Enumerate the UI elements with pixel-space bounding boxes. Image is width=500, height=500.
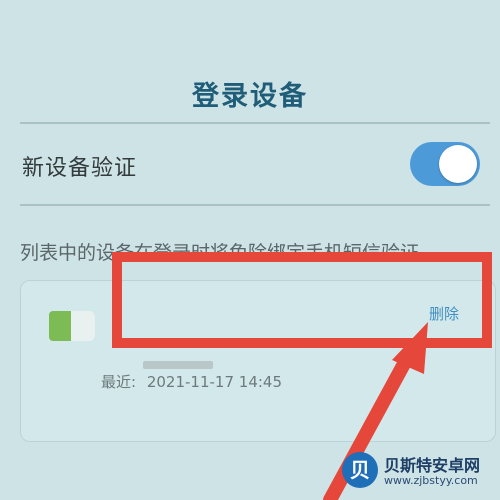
new-device-verification-label: 新设备验证 [22, 156, 138, 181]
device-name-redacted [143, 361, 213, 369]
watermark-url: www.zjbstyy.com [384, 474, 478, 487]
new-device-verification-toggle[interactable] [410, 142, 480, 186]
device-icon [49, 311, 97, 341]
watermark: 贝 贝斯特安卓网 www.zjbstyy.com [342, 450, 492, 494]
divider [20, 204, 490, 206]
new-device-verification-row: 新设备验证 [20, 140, 480, 188]
last-login-label: 最近: [101, 373, 137, 391]
watermark-logo-icon: 贝 [342, 452, 378, 488]
screen: 登录设备 新设备验证 列表中的设备在登录时将免除绑定手机短信验证 删除 最近: … [0, 0, 500, 500]
divider [20, 122, 490, 124]
last-login-time: 2021-11-17 14:45 [146, 373, 283, 391]
watermark-title: 贝斯特安卓网 [384, 456, 481, 475]
annotation-highlight-box [112, 252, 492, 348]
toggle-knob [439, 145, 477, 183]
page-title: 登录设备 [192, 81, 308, 112]
last-login-row: 最近: 2021-11-17 14:45 [101, 371, 288, 392]
